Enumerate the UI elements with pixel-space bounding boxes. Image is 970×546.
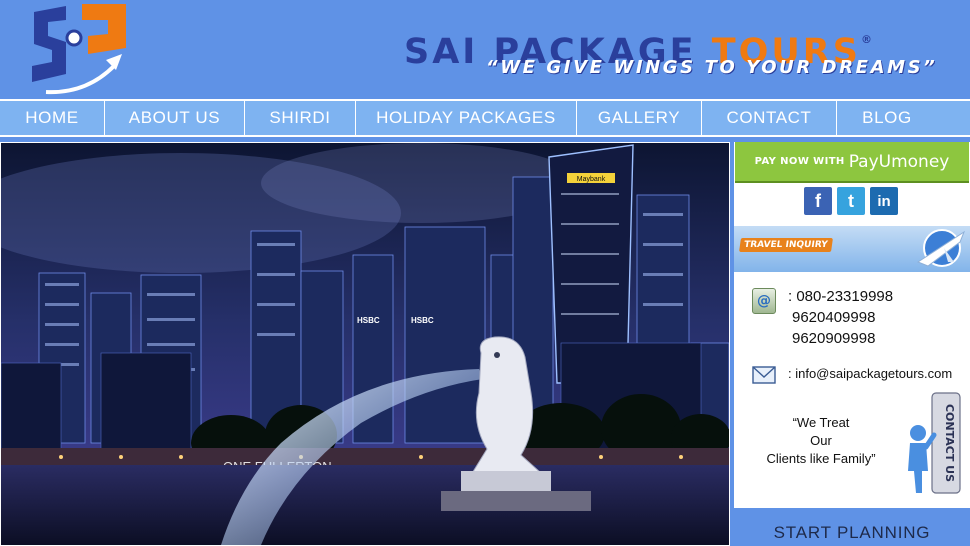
facebook-icon[interactable]: f — [804, 187, 832, 215]
hero-slideshow[interactable]: Maybank HSBC HSBC ONE FULLERTON — [0, 142, 730, 546]
mail-icon — [752, 366, 776, 384]
quote-line-1: “We Treat — [792, 415, 850, 430]
email-link[interactable]: : info@saipackagetours.com — [788, 366, 952, 381]
travel-inquiry-label: TRAVEL INQUIRY — [739, 238, 833, 252]
payu-money-logo: PayUmoney — [848, 151, 950, 172]
sidebar: PAY NOW WITH PayUmoney f t in TRAVEL INQ… — [734, 142, 970, 546]
social-links: f t in — [804, 187, 898, 215]
contact-us-sign-text: CONTACT US — [943, 404, 956, 482]
phone-number-1[interactable]: : 080-23319998 — [788, 288, 893, 305]
singapore-skyline-image: Maybank HSBC HSBC ONE FULLERTON — [1, 143, 729, 545]
quote-line-3: Clients like Family” — [766, 451, 876, 466]
start-planning-button[interactable]: START PLANNING — [734, 508, 970, 546]
nav-gallery[interactable]: GALLERY — [577, 101, 702, 135]
nav-about-us[interactable]: ABOUT US — [105, 101, 245, 135]
nav-holiday-packages[interactable]: HOLIDAY PACKAGES — [356, 101, 577, 135]
brand-tagline: “WE GIVE WINGS TO YOUR DREAMS” — [486, 57, 938, 78]
travel-inquiry-banner[interactable]: TRAVEL INQUIRY — [734, 226, 970, 272]
phone-icon: @ — [752, 288, 776, 314]
hero-sign-hsbc-1: HSBC — [357, 316, 380, 325]
hero-sign-hsbc-2: HSBC — [411, 316, 434, 325]
main-nav: HOME ABOUT US SHIRDI HOLIDAY PACKAGES GA… — [0, 99, 970, 137]
nav-home[interactable]: HOME — [0, 101, 105, 135]
tagline-quote: “We Treat Our Clients like Family” — [756, 414, 886, 468]
nav-contact[interactable]: CONTACT — [702, 101, 837, 135]
nav-blog[interactable]: BLOG — [837, 101, 937, 135]
pay-now-label: PAY NOW WITH — [754, 156, 845, 167]
brand-block: SAI PACKAGE TOURS® “WE GIVE WINGS TO YOU… — [404, 22, 935, 78]
phone-number-2[interactable]: 9620409998 — [792, 309, 875, 326]
phone-number-3[interactable]: 9620909998 — [792, 330, 875, 347]
nav-shirdi[interactable]: SHIRDI — [245, 101, 356, 135]
sai-logo-icon[interactable] — [26, 2, 134, 96]
hero-sign-maybank: Maybank — [577, 176, 606, 183]
linkedin-icon[interactable]: in — [870, 187, 898, 215]
pay-now-payu-button[interactable]: PAY NOW WITH PayUmoney — [735, 142, 969, 183]
twitter-icon[interactable]: t — [837, 187, 865, 215]
airplane-globe-icon — [916, 229, 966, 267]
contact-us-figure-icon[interactable]: CONTACT US — [898, 387, 968, 499]
site-header: SAI PACKAGE TOURS® “WE GIVE WINGS TO YOU… — [0, 0, 970, 99]
quote-line-2: Our — [810, 433, 832, 448]
registered-mark: ® — [860, 33, 872, 46]
